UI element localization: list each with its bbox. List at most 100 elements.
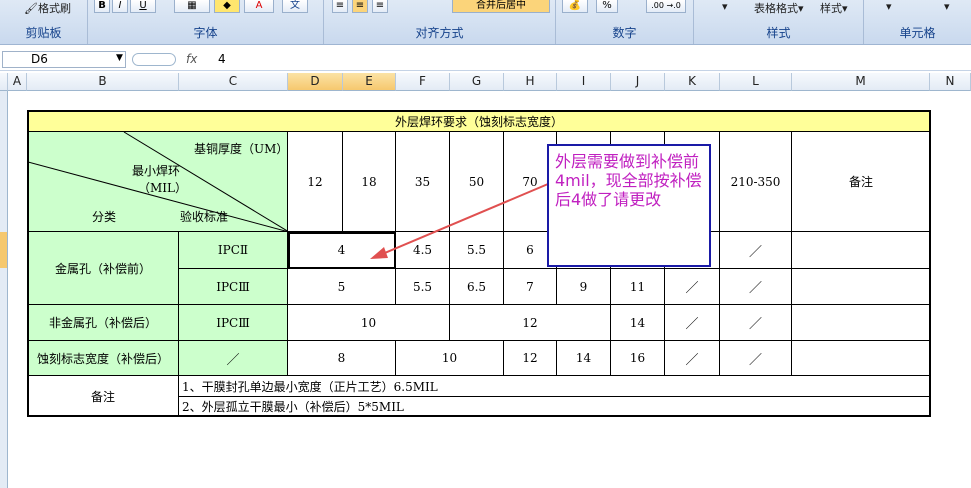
cell-r2-h[interactable]: 7 <box>504 269 557 305</box>
cell-d6-selected[interactable]: 4 <box>288 232 396 269</box>
format-painter-icon: 🖌 <box>24 2 38 15</box>
row-label-ipc3[interactable]: IPCⅢ <box>179 269 288 305</box>
cell-r1-l[interactable]: ／ <box>720 232 792 269</box>
cell-r2-k[interactable]: ／ <box>665 269 720 305</box>
thickness-210-350[interactable]: 210-350 <box>720 132 792 232</box>
column-header-n[interactable]: N <box>930 73 971 91</box>
column-header-g[interactable]: G <box>450 73 504 91</box>
cell-r2-j[interactable]: 11 <box>611 269 665 305</box>
diagonal-header-cell[interactable]: 基铜厚度（UM） 最小焊环 （MIL） 分类 验收标准 <box>27 132 289 232</box>
delete-dropdown[interactable]: ▾ <box>944 0 950 14</box>
bold-button[interactable]: B <box>94 0 110 13</box>
cell-r1-m[interactable] <box>792 232 931 269</box>
table-format-dropdown[interactable]: 表格格式▾ <box>754 0 804 15</box>
column-header-c[interactable]: C <box>179 73 288 91</box>
format-painter-button[interactable]: 🖌格式刷 <box>24 0 71 15</box>
align-left-button[interactable]: ≡ <box>332 0 348 13</box>
column-header-d[interactable]: D <box>288 73 343 91</box>
cell-r3-k[interactable]: ／ <box>665 305 720 341</box>
conditional-format-dropdown[interactable]: ▾ <box>722 0 728 14</box>
cell-r2-g[interactable]: 6.5 <box>450 269 504 305</box>
cell-r2-i[interactable]: 9 <box>557 269 611 305</box>
column-header-a[interactable]: A <box>8 73 27 91</box>
name-box[interactable]: D6 <box>2 51 126 68</box>
styles-group-label: 样式 <box>766 26 791 40</box>
select-all-corner[interactable] <box>0 73 8 91</box>
alignment-group-label: 对齐方式 <box>415 26 464 40</box>
column-header-b[interactable]: B <box>27 73 179 91</box>
column-header-j[interactable]: J <box>611 73 665 91</box>
cell-r4-k[interactable]: ／ <box>665 341 720 376</box>
cell-r4-d[interactable]: 8 <box>288 341 396 376</box>
insert-dropdown[interactable]: ▾ <box>886 0 892 14</box>
cell-r2-d[interactable]: 5 <box>288 269 396 305</box>
row-label-nonplated-ipc3[interactable]: IPCⅢ <box>179 305 288 341</box>
chevron-down-icon: ▾ <box>722 0 728 13</box>
merge-center-button[interactable]: 合并后居中 <box>452 0 550 13</box>
align-right-button[interactable]: ≡ <box>372 0 388 13</box>
fill-color-button[interactable]: ◆ <box>214 0 240 13</box>
header-acceptance-label: 验收标准 <box>180 210 229 224</box>
currency-button[interactable]: 💰 <box>562 0 588 13</box>
align-center-button[interactable]: ≡ <box>352 0 368 13</box>
row-header-selected[interactable] <box>0 232 8 268</box>
column-header-f[interactable]: F <box>396 73 450 91</box>
column-header-l[interactable]: L <box>720 73 792 91</box>
cell-r4-f[interactable]: 10 <box>396 341 504 376</box>
underline-button[interactable]: U <box>130 0 156 13</box>
phonetic-button[interactable]: 文 <box>282 0 308 13</box>
notes-label[interactable]: 备注 <box>27 376 179 417</box>
decimal-button[interactable]: .00 →.0 <box>646 0 686 13</box>
cell-r2-l[interactable]: ／ <box>720 269 792 305</box>
header-remark[interactable]: 备注 <box>792 132 931 232</box>
cell-r1-f[interactable]: 4.5 <box>396 232 450 269</box>
thickness-12[interactable]: 12 <box>288 132 343 232</box>
italic-button[interactable]: I <box>112 0 128 13</box>
thickness-50[interactable]: 50 <box>450 132 504 232</box>
cell-r4-c[interactable]: ／ <box>179 341 288 376</box>
cell-r4-h[interactable]: 12 <box>504 341 557 376</box>
note-1[interactable]: 1、干膜封孔单边最小宽度（正片工艺）6.5MIL <box>179 376 931 397</box>
cell-r4-m[interactable] <box>792 341 931 376</box>
formula-bar: D6 ▼ fx 4 <box>0 50 971 71</box>
cell-r4-i[interactable]: 14 <box>557 341 611 376</box>
column-header-m[interactable]: M <box>792 73 930 91</box>
row-headers[interactable] <box>0 91 8 488</box>
formula-bar-resize-handle[interactable] <box>132 53 176 66</box>
cell-r2-m[interactable] <box>792 269 931 305</box>
percent-button[interactable]: % <box>596 0 618 13</box>
border-button[interactable]: ▦ <box>174 0 210 13</box>
column-header-e[interactable]: E <box>343 73 396 91</box>
callout-textbox[interactable]: 外层需要做到补偿前4mil，现全部按补偿后4做了请更改 <box>547 144 711 267</box>
thickness-35[interactable]: 35 <box>396 132 450 232</box>
chevron-down-icon: ▾ <box>842 2 848 15</box>
row-label-ipc2[interactable]: IPCⅡ <box>179 232 288 269</box>
align-center-icon: ≡ <box>355 0 365 11</box>
column-header-i[interactable]: I <box>557 73 611 91</box>
font-color-button[interactable]: A <box>244 0 274 13</box>
row-label-nonplated[interactable]: 非金属孔（补偿后） <box>27 305 179 341</box>
cell-r4-j[interactable]: 16 <box>611 341 665 376</box>
column-header-h[interactable]: H <box>504 73 557 91</box>
note-2[interactable]: 2、外层孤立干膜最小（补偿后）5*5MIL <box>179 397 931 417</box>
column-header-k[interactable]: K <box>665 73 720 91</box>
cell-r2-f[interactable]: 5.5 <box>396 269 450 305</box>
thickness-18[interactable]: 18 <box>343 132 396 232</box>
cell-style-dropdown[interactable]: 样式▾ <box>820 0 848 15</box>
cell-r4-l[interactable]: ／ <box>720 341 792 376</box>
table-title[interactable]: 外层焊环要求（蚀刻标志宽度） <box>27 110 931 132</box>
name-box-dropdown-icon[interactable]: ▼ <box>116 53 123 63</box>
number-group: 💰 % .00 →.0 数字 <box>556 0 694 44</box>
cell-r3-l[interactable]: ／ <box>720 305 792 341</box>
cell-r3-j[interactable]: 14 <box>611 305 665 341</box>
cell-r3-d[interactable]: 10 <box>288 305 450 341</box>
row-label-etch[interactable]: 蚀刻标志宽度（补偿后） <box>27 341 179 376</box>
cell-r3-g[interactable]: 12 <box>450 305 611 341</box>
fill-color-icon: ◆ <box>223 0 231 11</box>
cell-r1-g[interactable]: 5.5 <box>450 232 504 269</box>
cell-r3-m[interactable] <box>792 305 931 341</box>
formula-input[interactable]: 4 <box>218 52 226 66</box>
row-label-plated-before[interactable]: 金属孔（补偿前） <box>27 232 179 305</box>
cells-group: ▾ ▾ 单元格 <box>864 0 971 44</box>
insert-function-icon[interactable]: fx <box>186 52 197 66</box>
